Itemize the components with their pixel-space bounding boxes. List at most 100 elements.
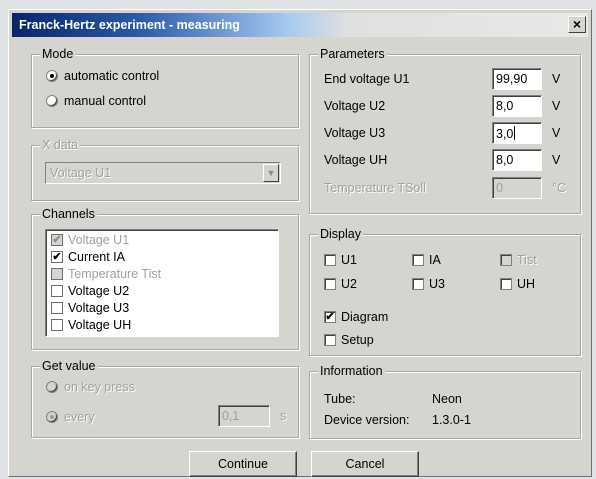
voltage-u2-input[interactable]: 8,0 bbox=[492, 95, 542, 117]
channel-label: Current IA bbox=[68, 250, 125, 264]
channel-temperature-tist[interactable]: Temperature Tist bbox=[51, 267, 161, 281]
radio-icon[interactable] bbox=[46, 95, 58, 107]
checkbox-icon[interactable] bbox=[324, 254, 336, 266]
tube-value: Neon bbox=[432, 392, 462, 406]
device-version-value: 1.3.0-1 bbox=[432, 413, 471, 427]
radio-label: automatic control bbox=[64, 69, 160, 83]
radio-icon[interactable] bbox=[46, 381, 58, 393]
voltage-uh-input[interactable]: 8,0 bbox=[492, 149, 542, 171]
param-label-voltage-u3: Voltage U3 bbox=[324, 126, 386, 140]
checkbox-icon[interactable] bbox=[324, 278, 336, 290]
channel-voltage-u2[interactable]: Voltage U2 bbox=[51, 284, 129, 298]
voltage-u3-input[interactable]: 3,0 bbox=[492, 122, 542, 144]
channel-current-ia[interactable]: ✔ Current IA bbox=[51, 250, 125, 264]
interval-unit: s bbox=[280, 409, 287, 423]
window-title: Franck-Hertz experiment - measuring bbox=[19, 18, 240, 32]
x-data-selected-value: Voltage U1 bbox=[50, 166, 112, 180]
radio-manual-control[interactable]: manual control bbox=[46, 94, 146, 108]
param-label-voltage-uh: Voltage UH bbox=[324, 153, 388, 167]
radio-automatic-control[interactable]: automatic control bbox=[46, 69, 159, 83]
channel-voltage-u1[interactable]: ✔ Voltage U1 bbox=[51, 233, 129, 247]
radio-label: on key press bbox=[64, 380, 135, 394]
channels-legend: Channels bbox=[40, 207, 97, 221]
chevron-down-icon[interactable]: ▼ bbox=[263, 164, 279, 182]
channel-voltage-u3[interactable]: Voltage U3 bbox=[51, 301, 129, 315]
channel-label: Voltage U1 bbox=[68, 233, 130, 247]
channels-list[interactable]: ✔ Voltage U1 ✔ Current IA Temperature Ti… bbox=[45, 229, 279, 337]
channel-label: Voltage U2 bbox=[68, 284, 130, 298]
get-value-legend: Get value bbox=[40, 359, 98, 373]
radio-label: manual control bbox=[64, 94, 146, 108]
display-legend: Display bbox=[318, 227, 363, 241]
checkbox-icon[interactable] bbox=[51, 302, 63, 314]
display-setup-checkbox[interactable]: Setup bbox=[324, 333, 374, 347]
channel-label: Voltage UH bbox=[68, 318, 132, 332]
display-label: IA bbox=[429, 253, 441, 267]
display-label: U3 bbox=[429, 277, 445, 291]
get-value-group: Get value on key press every 0,1 s bbox=[31, 359, 299, 438]
tube-label: Tube: bbox=[324, 392, 356, 406]
checkbox-icon[interactable] bbox=[412, 278, 424, 290]
channel-label: Voltage U3 bbox=[68, 301, 130, 315]
checkbox-icon[interactable] bbox=[51, 285, 63, 297]
voltage-u3-value: 3,0 bbox=[496, 127, 514, 141]
channel-voltage-uh[interactable]: Voltage UH bbox=[51, 318, 131, 332]
continue-button[interactable]: Continue bbox=[189, 451, 297, 477]
display-label: U1 bbox=[341, 253, 357, 267]
param-label-voltage-u2: Voltage U2 bbox=[324, 99, 386, 113]
interval-input[interactable]: 0,1 bbox=[218, 405, 270, 427]
dialog-window: Franck-Hertz experiment - measuring × Mo… bbox=[8, 9, 592, 477]
parameters-group: Parameters End voltage U1 99,90 V Voltag… bbox=[309, 47, 581, 214]
mode-group: Mode automatic control manual control bbox=[31, 47, 299, 128]
display-ia-checkbox[interactable]: IA bbox=[412, 253, 441, 267]
parameters-legend: Parameters bbox=[318, 47, 387, 61]
check-icon[interactable]: ✔ bbox=[51, 234, 63, 246]
radio-on-key-press[interactable]: on key press bbox=[46, 380, 135, 394]
device-version-label: Device version: bbox=[324, 413, 410, 427]
display-u2-checkbox[interactable]: U2 bbox=[324, 277, 357, 291]
channel-label: Temperature Tist bbox=[68, 267, 162, 281]
check-icon[interactable]: ✔ bbox=[324, 311, 336, 323]
checkbox-icon[interactable] bbox=[51, 319, 63, 331]
title-bar[interactable]: Franck-Hertz experiment - measuring × bbox=[12, 13, 588, 37]
param-unit: V bbox=[552, 126, 561, 140]
param-unit: °C bbox=[552, 181, 567, 195]
display-label: Diagram bbox=[341, 310, 389, 324]
x-data-legend: X data bbox=[40, 138, 81, 152]
display-group: Display U1 IA Tist U2 U3 UH ✔ Diagram Se… bbox=[309, 227, 581, 356]
temperature-tsoll-input[interactable]: 0 bbox=[492, 177, 542, 199]
radio-every[interactable]: every bbox=[46, 410, 95, 424]
checkbox-icon[interactable] bbox=[412, 254, 424, 266]
display-u3-checkbox[interactable]: U3 bbox=[412, 277, 445, 291]
radio-icon[interactable] bbox=[46, 411, 58, 423]
display-label: Tist bbox=[517, 253, 537, 267]
display-label: U2 bbox=[341, 277, 357, 291]
check-icon[interactable]: ✔ bbox=[51, 251, 63, 263]
radio-icon[interactable] bbox=[46, 70, 58, 82]
cancel-button[interactable]: Cancel bbox=[311, 451, 419, 477]
channels-group: Channels ✔ Voltage U1 ✔ Current IA Tempe… bbox=[31, 207, 299, 350]
radio-label: every bbox=[64, 410, 95, 424]
display-tist-checkbox[interactable]: Tist bbox=[500, 253, 537, 267]
param-unit: V bbox=[552, 99, 561, 113]
display-diagram-checkbox[interactable]: ✔ Diagram bbox=[324, 310, 388, 324]
param-label-temperature-tsoll: Temperature TSoll bbox=[324, 181, 426, 195]
checkbox-icon[interactable] bbox=[324, 334, 336, 346]
checkbox-icon[interactable] bbox=[51, 268, 63, 280]
text-caret bbox=[514, 126, 516, 140]
close-button[interactable]: × bbox=[568, 16, 586, 33]
mode-legend: Mode bbox=[40, 47, 76, 61]
param-unit: V bbox=[552, 153, 561, 167]
display-label: Setup bbox=[341, 333, 374, 347]
param-label-end-voltage-u1: End voltage U1 bbox=[324, 72, 410, 86]
x-data-group: X data Voltage U1 ▼ bbox=[31, 138, 299, 201]
information-legend: Information bbox=[318, 364, 385, 378]
display-u1-checkbox[interactable]: U1 bbox=[324, 253, 357, 267]
x-data-select[interactable]: Voltage U1 ▼ bbox=[45, 162, 281, 184]
checkbox-icon[interactable] bbox=[500, 278, 512, 290]
display-uh-checkbox[interactable]: UH bbox=[500, 277, 535, 291]
end-voltage-u1-input[interactable]: 99,90 bbox=[492, 68, 542, 90]
display-label: UH bbox=[517, 277, 536, 291]
checkbox-icon[interactable] bbox=[500, 254, 512, 266]
information-group: Information Tube: Neon Device version: 1… bbox=[309, 364, 581, 439]
